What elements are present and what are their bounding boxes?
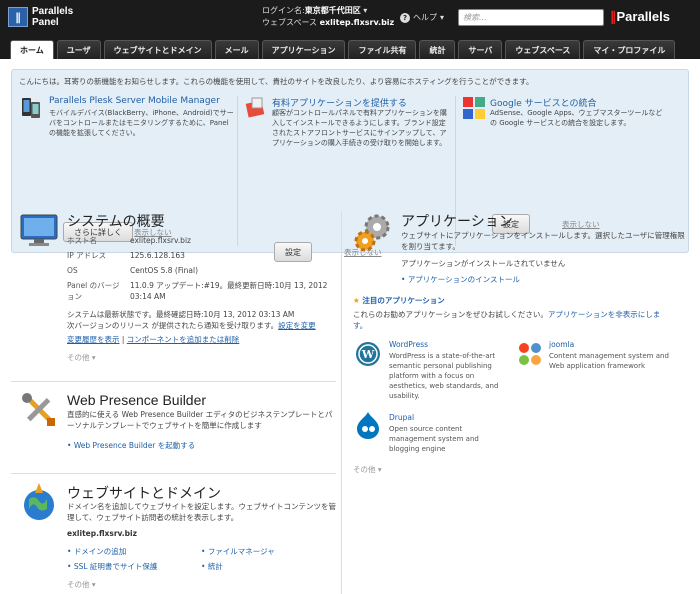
tab-my-profile[interactable]: マイ・プロファイル bbox=[583, 40, 676, 59]
version-value: 11.0.9 アップデート:#19。最終更新日時:10月 13, 2012 03… bbox=[130, 281, 328, 301]
svg-text:W: W bbox=[361, 348, 375, 361]
tab-server[interactable]: サーバ bbox=[458, 40, 503, 59]
help-icon: ? bbox=[400, 12, 410, 23]
parallels-logo-icon: ∥ bbox=[8, 7, 28, 27]
apps-desc: ウェブサイトにアプリケーションをインストールします。選択したユーザに管理権限を割… bbox=[401, 231, 685, 251]
add-domain-link[interactable]: ドメインの追加 bbox=[67, 546, 127, 557]
no-apps-text: アプリケーションがインストールされていません bbox=[401, 259, 566, 268]
parallels-brand: ∥Parallels bbox=[610, 9, 670, 24]
drupal-desc: Open source content management system an… bbox=[389, 425, 479, 453]
install-apps-link[interactable]: アプリケーションのインストール bbox=[401, 274, 520, 285]
left-column: システムの概要 ホスト名 exlitep.flxsrv.biz IP アドレス 12… bbox=[11, 211, 342, 594]
panel-logo[interactable]: ∥ Parallels Panel bbox=[8, 6, 73, 28]
version-label: Panel のバージョン bbox=[67, 281, 120, 301]
changelog-link[interactable]: 変更履歴を表示 bbox=[67, 335, 120, 344]
tab-websites-domains[interactable]: ウェブサイトとドメイン bbox=[103, 40, 212, 59]
tab-webspaces[interactable]: ウェブスペース bbox=[505, 40, 581, 59]
components-link[interactable]: コンポーネントを追加または削除 bbox=[127, 335, 240, 344]
top-bar: ∥ Parallels Panel ログイン名:東京都千代田区 ▾ ウェブスペース… bbox=[0, 0, 700, 38]
system-info: ホスト名 exlitep.flxsrv.biz IP アドレス 125.6.128.… bbox=[67, 235, 337, 315]
store-icon bbox=[245, 97, 265, 118]
tab-file-sharing[interactable]: ファイル共有 bbox=[348, 40, 417, 59]
tools-icon bbox=[22, 393, 55, 426]
globe-icon bbox=[24, 483, 54, 520]
ip-value: 125.6.128.163 bbox=[130, 251, 185, 260]
system-more[interactable]: その他 ▾ bbox=[67, 352, 337, 363]
wpb-desc: 直感的に使える Web Presence Builder エディタのビジネステン… bbox=[67, 410, 333, 430]
tab-mail[interactable]: メール bbox=[214, 40, 259, 59]
promo-desc-google: AdSense、Google Apps、ウェブマスターツールなどの Google… bbox=[490, 109, 663, 127]
apps-title: アプリケーション bbox=[401, 213, 513, 229]
featured-title: 注目のアプリケーション bbox=[362, 296, 445, 305]
ssl-link[interactable]: SSL 証明書でサイト保護 bbox=[67, 561, 158, 572]
file-manager-link[interactable]: ファイルマネージャ bbox=[201, 546, 275, 557]
gears-icon bbox=[354, 214, 390, 252]
help-label: ヘルプ bbox=[413, 13, 437, 22]
joomla-icon bbox=[519, 343, 541, 365]
login-name[interactable]: 東京都千代田区 bbox=[305, 6, 361, 15]
system-title: システムの概要 bbox=[67, 213, 165, 229]
search-input[interactable]: 検索... bbox=[458, 9, 604, 26]
featured-header: ★ 注目のアプリケーション bbox=[353, 295, 445, 306]
notify-text: 次バージョンのリリース が提供されたら通知を受け取ります。 bbox=[67, 321, 279, 330]
system-status: システムは最新状態です。最終確認日時:10月 13, 2012 03:13 AM bbox=[67, 310, 295, 319]
tab-statistics[interactable]: 統計 bbox=[419, 40, 456, 59]
tab-applications[interactable]: アプリケーション bbox=[261, 40, 346, 59]
drupal-icon bbox=[357, 412, 379, 439]
help-menu[interactable]: ? ヘルプ ▾ bbox=[400, 12, 444, 23]
ip-label: IP アドレス bbox=[67, 251, 107, 260]
promo-desc-paid: 顧客がコントロールパネルで有料アプリケーションを購入してインストールできるように… bbox=[272, 109, 447, 147]
joomla-desc: Content management system and Web applic… bbox=[549, 352, 669, 370]
host-value: exlitep.flxsrv.biz bbox=[130, 236, 191, 245]
drupal-link[interactable]: Drupal bbox=[389, 413, 414, 422]
tab-home[interactable]: ホーム bbox=[10, 40, 54, 59]
websites-more[interactable]: その他 ▾ bbox=[67, 579, 96, 590]
wordpress-icon: W bbox=[356, 342, 380, 366]
main-content: システムの概要 ホスト名 exlitep.flxsrv.biz IP アドレス 12… bbox=[11, 211, 689, 594]
right-column: アプリケーション ウェブサイトにアプリケーションをインストールします。選択したユ… bbox=[351, 211, 689, 594]
divider bbox=[11, 473, 336, 474]
wordpress-link[interactable]: WordPress bbox=[389, 340, 428, 349]
login-label: ログイン名: bbox=[262, 6, 305, 15]
promo-title-mobile[interactable]: Parallels Plesk Server Mobile Manager bbox=[49, 96, 220, 106]
google-icon bbox=[463, 97, 485, 119]
apps-more[interactable]: その他 ▾ bbox=[353, 464, 382, 475]
mobile-icon bbox=[22, 98, 40, 118]
wpb-title: Web Presence Builder bbox=[67, 392, 207, 408]
login-info: ログイン名:東京都千代田区 ▾ ウェブスペース exlitep.flxsrv.b… bbox=[262, 6, 395, 27]
promo-desc-mobile: モバイルデバイス(BlackBerry、iPhone、Android)でサーバを… bbox=[49, 109, 234, 137]
star-icon: ★ bbox=[353, 296, 360, 305]
notify-settings-link[interactable]: 設定を変更 bbox=[278, 321, 316, 330]
logo-line1: Parallels bbox=[32, 6, 74, 17]
webspace-label: ウェブスペース bbox=[262, 18, 318, 27]
webspace-name[interactable]: exlitep.flxsrv.biz bbox=[320, 18, 395, 27]
os-value: CentOS 5.8 (Final) bbox=[130, 266, 199, 275]
wordpress-desc: WordPress is a state-of-the-art semantic… bbox=[389, 352, 499, 400]
host-label: ホスト名 bbox=[67, 236, 97, 245]
divider bbox=[11, 381, 336, 382]
domain-name[interactable]: exlitep.flxsrv.biz bbox=[67, 529, 137, 538]
wpb-launch-link[interactable]: Web Presence Builder を起動する bbox=[67, 440, 207, 451]
joomla-link[interactable]: joomla bbox=[549, 340, 574, 349]
websites-desc: ドメイン名を追加してウェブサイトを設定します。ウェブサイトコンテンツを管理して、… bbox=[67, 502, 337, 522]
logo-line2: Panel bbox=[32, 17, 59, 28]
websites-title: ウェブサイトとドメイン bbox=[67, 485, 221, 501]
monitor-icon bbox=[20, 214, 58, 246]
os-label: OS bbox=[67, 266, 78, 275]
tab-users[interactable]: ユーザ bbox=[56, 40, 101, 59]
statistics-link[interactable]: 統計 bbox=[201, 561, 223, 572]
main-tabs: ホーム ユーザ ウェブサイトとドメイン メール アプリケーション ファイル共有 統計 サーバウ… bbox=[0, 38, 700, 59]
promo-intro: こんにちは。耳寄りの新機能をお知らせします。これらの機能を使用して、貴社のサイト… bbox=[19, 77, 534, 86]
featured-desc: これらのお勧めアプリケーションをぜひお試しください。 bbox=[353, 310, 548, 319]
